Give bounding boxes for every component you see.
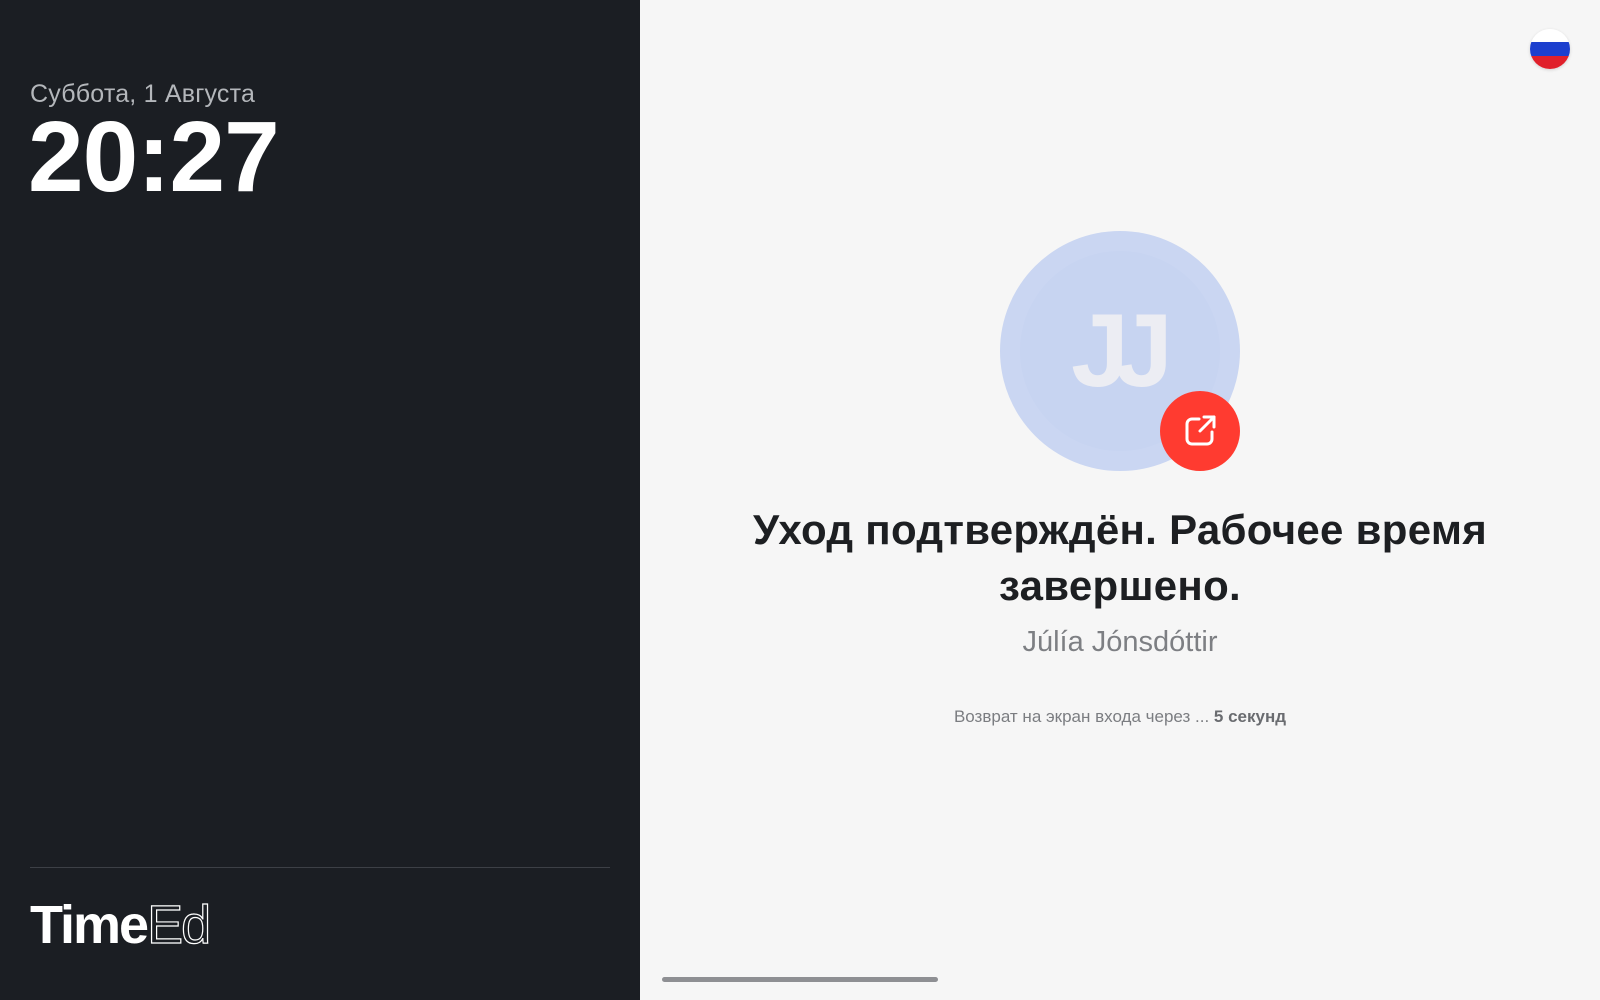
- clock-out-badge: [1160, 391, 1240, 471]
- right-panel: JJ Уход подтверждён. Рабочее время завер…: [640, 0, 1600, 1000]
- flag-stripe-blue: [1530, 42, 1570, 56]
- clock-time: 20:27: [28, 101, 280, 213]
- countdown-prefix: Возврат на экран входа через ...: [953, 707, 1210, 726]
- logo-part-time: Time: [30, 895, 149, 955]
- left-panel: Суббота, 1 Августа 20:27 TimeEd: [0, 0, 640, 1000]
- logo-part-ed: Ed: [146, 895, 211, 955]
- flag-stripe-white: [1530, 29, 1570, 43]
- avatar-initials: JJ: [1071, 292, 1173, 409]
- timeed-logo: TimeEd: [30, 895, 212, 955]
- confirmation-headline: Уход подтверждён. Рабочее время завершен…: [752, 506, 1488, 609]
- user-name: Júlía Jónsdóttir: [1022, 626, 1218, 658]
- flag-stripe-red: [1530, 55, 1570, 69]
- external-link-icon: [1185, 415, 1216, 446]
- countdown-value: 5 секунд: [1213, 707, 1287, 726]
- russia-flag-icon[interactable]: [1530, 29, 1570, 69]
- home-indicator[interactable]: [662, 977, 938, 982]
- divider: [30, 867, 610, 868]
- return-countdown: Возврат на экран входа через ... 5 секун…: [640, 707, 1600, 727]
